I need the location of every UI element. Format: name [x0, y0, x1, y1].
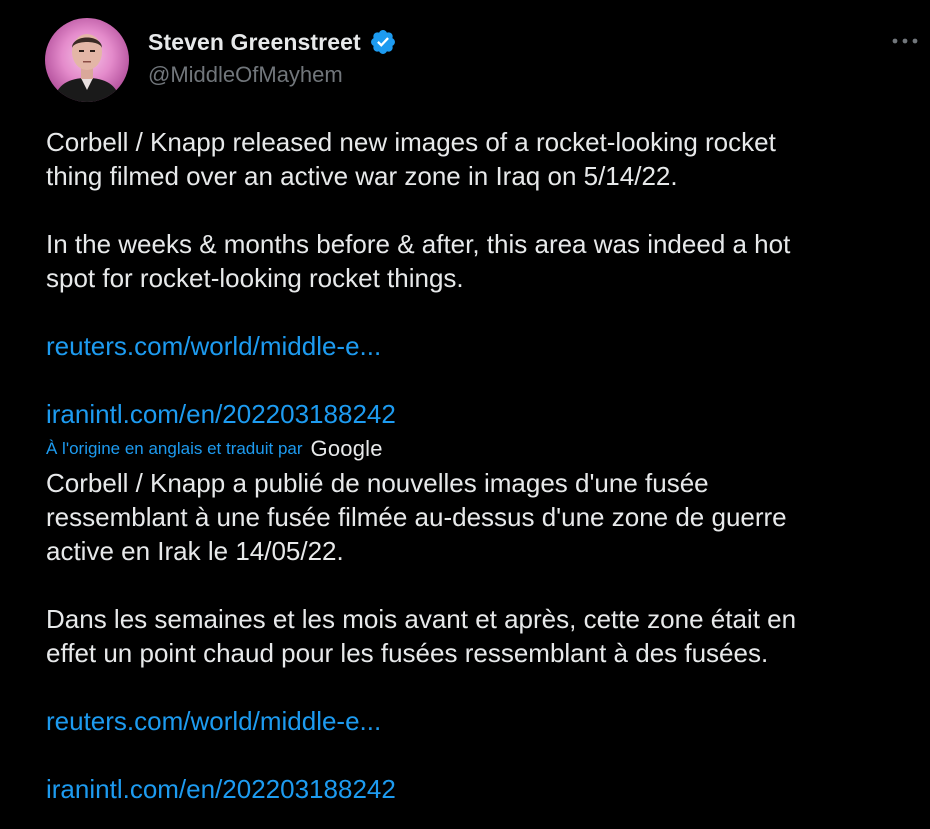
translation-note: À l'origine en anglais et traduit par Go… [46, 432, 926, 466]
tweet: Steven Greenstreet @MiddleOfMayhem Corbe… [0, 0, 930, 829]
author-display-name[interactable]: Steven Greenstreet [148, 29, 361, 56]
translated-link-iranintl[interactable]: iranintl.com/en/202203188242 [46, 772, 926, 806]
avatar[interactable] [45, 18, 129, 102]
more-horizontal-icon[interactable] [890, 34, 920, 46]
translated-paragraph-2: Dans les semaines et les mois avant et a… [46, 602, 926, 670]
author-handle[interactable]: @MiddleOfMayhem [148, 62, 343, 88]
original-paragraph-1: Corbell / Knapp released new images of a… [46, 125, 926, 193]
text-line: spot for rocket-looking rocket things. [46, 263, 464, 293]
translated-paragraph-1: Corbell / Knapp a publié de nouvelles im… [46, 466, 926, 568]
tweet-body: Corbell / Knapp released new images of a… [46, 125, 926, 806]
portrait-avatar-icon [53, 34, 121, 102]
text-line: In the weeks & months before & after, th… [46, 229, 791, 259]
text-line: Corbell / Knapp released new images of a… [46, 127, 776, 157]
translated-link-reuters[interactable]: reuters.com/world/middle-e... [46, 704, 926, 738]
text-line: Dans les semaines et les mois avant et a… [46, 604, 797, 634]
translation-label[interactable]: À l'origine en anglais et traduit par [46, 432, 303, 466]
text-line: ressemblant à une fusée filmée au-dessus… [46, 502, 787, 532]
text-line: Corbell / Knapp a publié de nouvelles im… [46, 468, 709, 498]
link-reuters[interactable]: reuters.com/world/middle-e... [46, 329, 926, 363]
verified-badge-icon[interactable] [369, 28, 397, 56]
author-name-row: Steven Greenstreet [148, 26, 397, 58]
text-line: effet un point chaud pour les fusées res… [46, 638, 769, 668]
google-logo: Google [310, 436, 383, 461]
original-paragraph-2: In the weeks & months before & after, th… [46, 227, 926, 295]
link-iranintl[interactable]: iranintl.com/en/202203188242 [46, 397, 926, 431]
text-line: active en Irak le 14/05/22. [46, 536, 344, 566]
text-line: thing filmed over an active war zone in … [46, 161, 678, 191]
